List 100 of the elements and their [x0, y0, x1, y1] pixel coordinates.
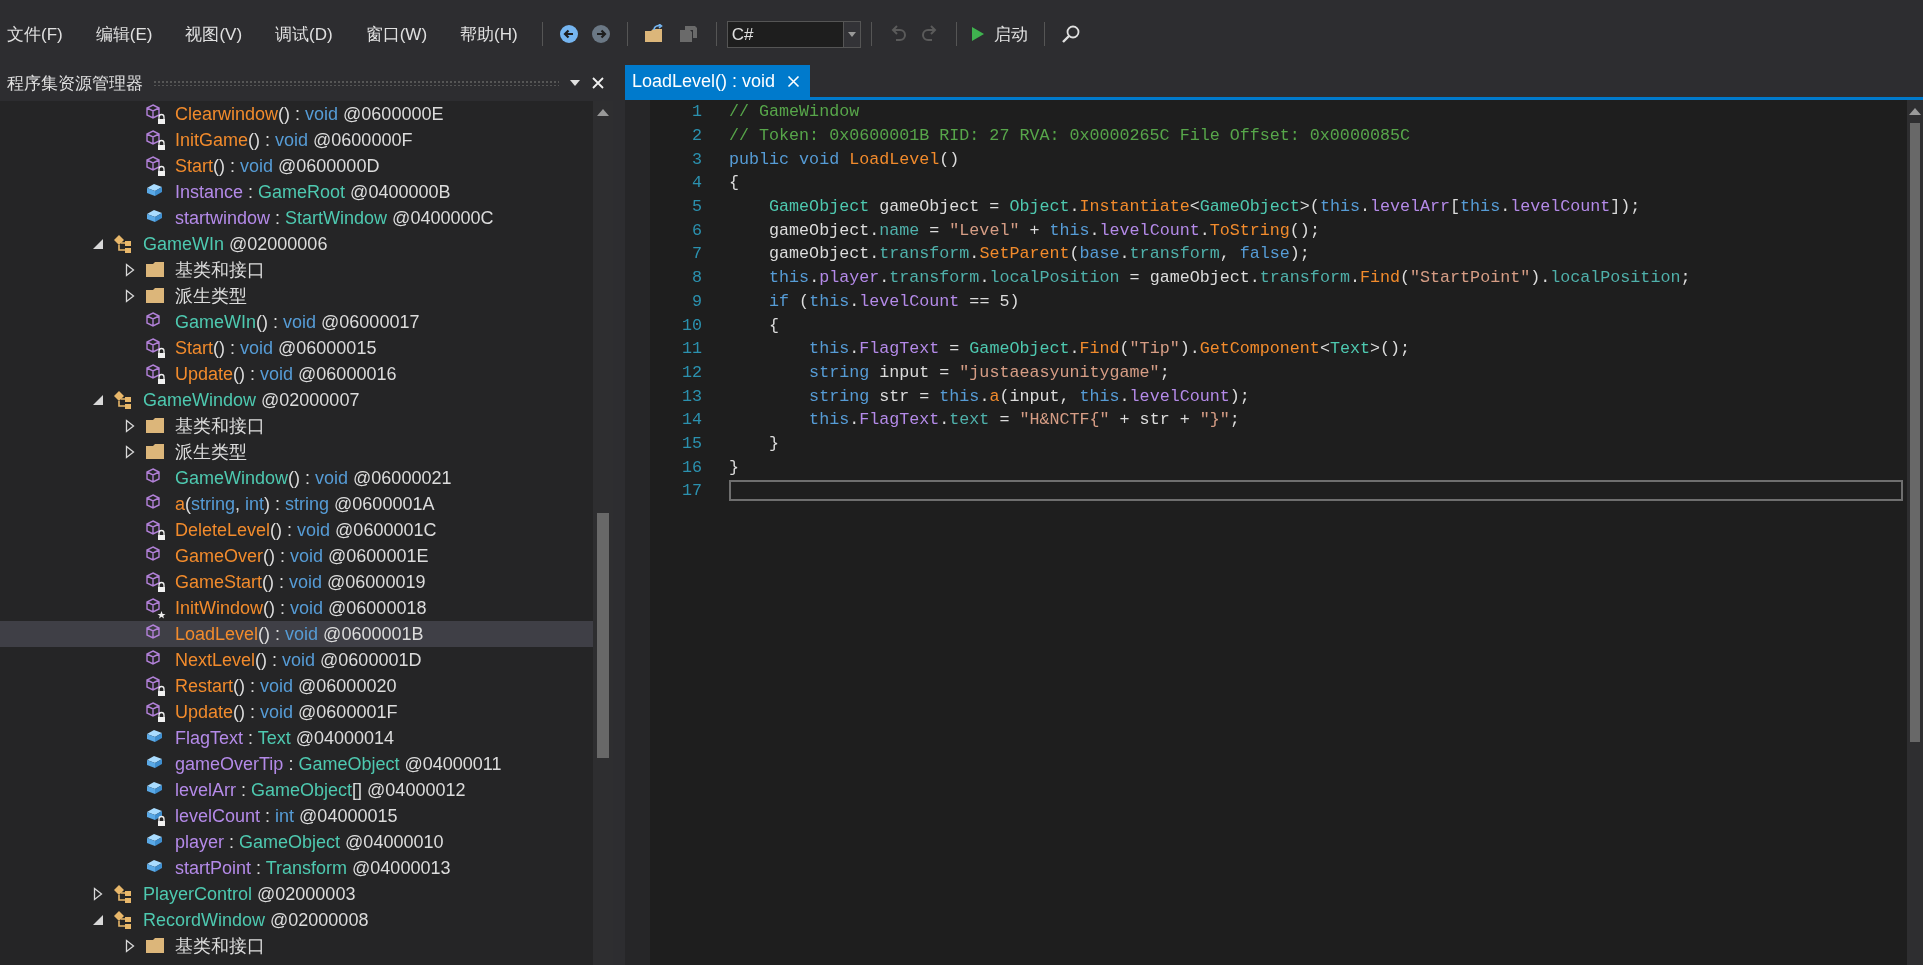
cube-lock-icon	[144, 155, 168, 177]
code-line: this.player.transform.localPosition = gameObject.transform.Find("StartPoint").localPosition;	[768, 268, 1691, 288]
tree-item[interactable]: Start() : void @0600000D	[0, 153, 593, 179]
back-button[interactable]	[558, 24, 579, 44]
line-number: 11	[680, 339, 702, 359]
collapsed-arrow-icon[interactable]	[125, 419, 135, 433]
code-line: string str = this.a(input, this.levelCount);	[808, 386, 1250, 406]
cube-lock-icon	[144, 571, 168, 593]
tree-item[interactable]: GameStart() : void @06000019	[0, 569, 593, 595]
code-line: // GameWindow	[729, 102, 860, 122]
code-line: }	[768, 433, 780, 453]
tree-item[interactable]: gameOverTip : GameObject @04000011	[0, 751, 593, 777]
tree-item[interactable]: GameWIn @02000006	[0, 231, 593, 257]
tree-item[interactable]: startPoint : Transform @04000013	[0, 855, 593, 881]
code-line: this.FlagText.text = "H&NCTF{" + str + "}";	[808, 410, 1240, 430]
cube-lock-icon	[144, 129, 168, 151]
code-line: // Token: 0x0600001B RID: 27 RVA: 0x0000265C File Offset: 0x0000085C	[729, 126, 1410, 146]
tree-item[interactable]: 基类和接口	[0, 933, 593, 959]
tree-item[interactable]: player : GameObject @04000010	[0, 829, 593, 855]
cube-lock-icon	[144, 701, 168, 723]
tree-item[interactable]: InitGame() : void @0600000F	[0, 127, 593, 153]
code-line: {	[729, 173, 739, 193]
tree-item[interactable]: Clearwindow() : void @0600000E	[0, 101, 593, 127]
tree-item[interactable]: Start() : void @06000015	[0, 335, 593, 361]
tree-item[interactable]: RecordWindow @02000008	[0, 907, 593, 933]
tree-item[interactable]: Restart() : void @06000020	[0, 673, 593, 699]
menu-item[interactable]: 视图(V)	[185, 22, 243, 46]
scrollbar-thumb[interactable]	[1910, 123, 1920, 742]
code-line: public void LoadLevel()	[729, 149, 960, 169]
code-line: }	[729, 457, 739, 477]
line-number: 13	[680, 386, 702, 406]
line-number: 8	[691, 268, 702, 288]
menu-item[interactable]: 窗口(W)	[365, 22, 428, 46]
tree-item[interactable]: LoadLevel() : void @0600001B	[0, 621, 593, 647]
menu-item[interactable]: 帮助(H)	[460, 22, 518, 46]
code-line: {	[768, 315, 780, 335]
line-number: 10	[680, 315, 702, 335]
tree-item[interactable]: GameWindow() : void @06000021	[0, 465, 593, 491]
collapsed-arrow-icon[interactable]	[125, 263, 135, 277]
collapsed-arrow-icon[interactable]	[125, 289, 135, 303]
code-line: gameObject.name = "Level" + this.levelCount.ToString();	[768, 220, 1320, 240]
line-number: 14	[680, 410, 702, 430]
expanded-arrow-icon[interactable]	[92, 394, 104, 406]
collapsed-arrow-icon[interactable]	[125, 445, 135, 459]
line-number: 3	[691, 149, 702, 169]
tree-item[interactable]: FlagText : Text @04000014	[0, 725, 593, 751]
collapsed-arrow-icon[interactable]	[125, 939, 135, 953]
dropdown-arrow-icon	[847, 31, 856, 37]
menu-item[interactable]: 文件(F)	[7, 22, 63, 46]
tree-item[interactable]: levelArr : GameObject[] @04000012	[0, 777, 593, 803]
tree-item[interactable]: 派生类型	[0, 439, 593, 465]
line-number: 1	[691, 102, 702, 122]
tree-item[interactable]: InitWindow() : void @06000018	[0, 595, 593, 621]
line-number: 4	[691, 173, 702, 193]
tree-item[interactable]: GameWIn() : void @06000017	[0, 309, 593, 335]
tree-item[interactable]: PlayerControl @02000003	[0, 881, 593, 907]
tree-item[interactable]: GameWindow @02000007	[0, 387, 593, 413]
scrollbar-thumb[interactable]	[597, 513, 609, 758]
code-line: if (this.levelCount == 5)	[768, 291, 1020, 311]
block-lock-icon	[144, 805, 168, 827]
cube-lock-icon	[144, 103, 168, 125]
tree-item[interactable]: Instance : GameRoot @0400000B	[0, 179, 593, 205]
tree-item[interactable]: a(string, int) : string @0600001A	[0, 491, 593, 517]
expanded-arrow-icon[interactable]	[92, 914, 104, 926]
cube-lock-icon	[144, 363, 168, 385]
cube-star-icon	[144, 597, 168, 619]
dropdown-arrow-icon[interactable]	[569, 79, 581, 87]
tree-item[interactable]: DeleteLevel() : void @0600001C	[0, 517, 593, 543]
menu-item[interactable]: 编辑(E)	[95, 22, 153, 46]
language-dropdown[interactable]: C#	[726, 20, 861, 48]
line-number: 7	[691, 244, 702, 264]
search-button[interactable]	[1060, 24, 1081, 44]
tree-item[interactable]: GameOver() : void @0600001E	[0, 543, 593, 569]
collapsed-arrow-icon[interactable]	[93, 887, 103, 901]
expanded-arrow-icon[interactable]	[92, 238, 104, 250]
play-icon	[970, 26, 985, 42]
tree-item[interactable]: 派生类型	[0, 283, 593, 309]
line-number: 2	[691, 126, 702, 146]
line-number: 6	[691, 220, 702, 240]
menu-item[interactable]: 调试(D)	[275, 22, 333, 46]
line-number: 16	[680, 457, 702, 477]
line-number: 17	[680, 481, 702, 501]
tree-item[interactable]: 基类和接口	[0, 257, 593, 283]
panel-title: 程序集资源管理器	[7, 72, 143, 95]
start-button[interactable]: 启动	[970, 22, 1028, 46]
code-line: this.FlagText = GameObject.Find("Tip").GetComponent<Text>();	[808, 339, 1411, 359]
scroll-up-icon[interactable]	[1909, 108, 1921, 115]
tree-item[interactable]: 基类和接口	[0, 413, 593, 439]
scroll-up-icon[interactable]	[597, 109, 609, 116]
tree-item[interactable]: NextLevel() : void @0600001D	[0, 647, 593, 673]
close-icon[interactable]	[591, 76, 605, 90]
cube-lock-icon	[144, 675, 168, 697]
scrollbar[interactable]	[1907, 100, 1923, 965]
tree-item[interactable]: levelCount : int @04000015	[0, 803, 593, 829]
document-tab[interactable]: LoadLevel() : void	[625, 65, 811, 97]
cube-lock-icon	[144, 519, 168, 541]
tree-item[interactable]: Update() : void @0600001F	[0, 699, 593, 725]
tree-item[interactable]: startwindow : StartWindow @0400000C	[0, 205, 593, 231]
tree-item[interactable]: Update() : void @06000016	[0, 361, 593, 387]
line-number: 5	[691, 197, 702, 217]
